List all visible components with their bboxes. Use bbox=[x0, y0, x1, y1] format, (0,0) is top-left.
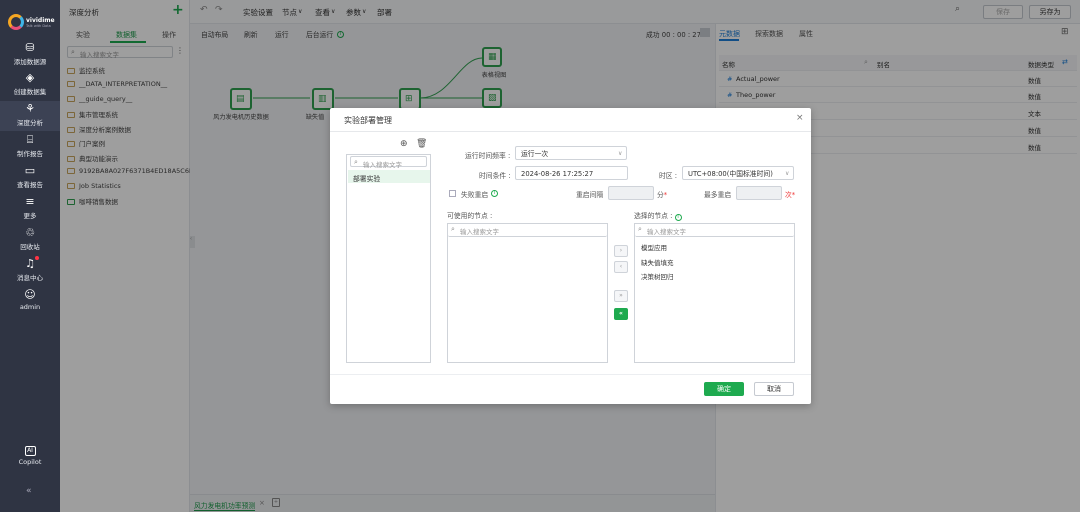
brand-name: vividime bbox=[26, 17, 55, 24]
retry-label: 失败重启 bbox=[461, 191, 489, 199]
divider bbox=[330, 374, 811, 375]
cancel-button[interactable]: 取消 bbox=[754, 382, 794, 396]
info-icon: i bbox=[491, 188, 498, 197]
nav-item-message-center[interactable]: ♫ 消息中心 bbox=[0, 256, 60, 286]
nav-item-make-report[interactable]: ⌸ 制作报告 bbox=[0, 132, 60, 162]
timezone-select[interactable]: UTC+08:00(中国标准时间) ∨ bbox=[682, 166, 794, 180]
time-label: 时间条件 : bbox=[479, 172, 511, 180]
view-report-icon: ▭ bbox=[24, 164, 36, 177]
brand-tagline: Talk with Data bbox=[26, 24, 51, 28]
max-retry-input[interactable] bbox=[736, 186, 782, 200]
freq-value: 运行一次 bbox=[521, 150, 549, 158]
nav-item-label: 查看报告 bbox=[17, 181, 43, 189]
nav-item-label: 更多 bbox=[23, 212, 37, 220]
time-input[interactable]: 2024-08-26 17:25:27 bbox=[515, 166, 628, 180]
database-icon: ⛁ bbox=[25, 41, 35, 54]
dialog-title: 实验部署管理 bbox=[344, 116, 392, 125]
dataset-icon: ◈ bbox=[25, 71, 35, 84]
add-circle-icon[interactable]: ⊕ bbox=[400, 139, 408, 149]
move-all-left-button[interactable]: « bbox=[614, 308, 628, 320]
freq-label: 运行时间频率 : bbox=[465, 152, 511, 160]
divider bbox=[330, 131, 811, 132]
search-icon: ⌕ bbox=[451, 225, 455, 233]
search-placeholder: 输入搜索文字 bbox=[647, 228, 686, 236]
user-icon: ☺ bbox=[24, 288, 36, 301]
brand-logo[interactable]: vividime Talk with Data bbox=[6, 8, 55, 38]
copilot-button[interactable]: AI Copilot bbox=[0, 444, 60, 472]
nav-item-label: admin bbox=[19, 303, 41, 311]
nav-item-admin[interactable]: ☺ admin bbox=[0, 287, 60, 317]
deploy-dialog: 实验部署管理 × ⊕ 🗑 ⌕ 输入搜索文字 部署实验 运行时间频率 : 运行一次… bbox=[330, 108, 811, 404]
max-retry-label: 最多重启 bbox=[704, 191, 732, 199]
nav-item-label: 回收站 bbox=[20, 243, 40, 251]
selected-search-input[interactable]: ⌕ 输入搜索文字 bbox=[635, 224, 794, 237]
move-right-button[interactable]: › bbox=[614, 245, 628, 257]
nav-item-label: 制作报告 bbox=[17, 150, 43, 158]
move-all-right-button[interactable]: » bbox=[614, 290, 628, 302]
timezone-label: 时区 : bbox=[659, 172, 678, 180]
interval-label: 重启间隔 bbox=[576, 191, 604, 199]
analysis-icon: ⚘ bbox=[25, 102, 35, 115]
close-icon[interactable]: × bbox=[796, 113, 804, 123]
freq-select[interactable]: 运行一次 ∨ bbox=[515, 146, 627, 160]
search-icon: ⌕ bbox=[354, 158, 358, 166]
deploy-list-item[interactable]: 部署实验 bbox=[348, 170, 430, 183]
logo-mark bbox=[8, 14, 24, 30]
selected-nodes-panel: ⌕ 输入搜索文字 模型应用 缺失值填充 决策树回归 bbox=[634, 223, 795, 363]
nav-item-create-dataset[interactable]: ◈ 创建数据集 bbox=[0, 70, 60, 100]
selected-node-item[interactable]: 决策树回归 bbox=[641, 271, 674, 281]
nav-item-label: 消息中心 bbox=[17, 274, 43, 282]
nav-item-label: 创建数据集 bbox=[13, 88, 47, 96]
chevron-down-icon: ∨ bbox=[785, 170, 790, 177]
trash-icon: ♲ bbox=[25, 226, 35, 239]
search-placeholder: 输入搜索文字 bbox=[460, 228, 499, 236]
nav-item-deep-analysis[interactable]: ⚘ 深度分析 bbox=[0, 101, 60, 131]
nav-item-label: 深度分析 bbox=[17, 119, 43, 127]
deploy-list-panel: ⌕ 输入搜索文字 部署实验 bbox=[346, 154, 431, 363]
copilot-label: Copilot bbox=[18, 458, 42, 466]
available-nodes-label: 可使用的节点 : bbox=[447, 212, 493, 220]
selected-node-item[interactable]: 模型应用 bbox=[641, 242, 667, 252]
selected-node-item[interactable]: 缺失值填充 bbox=[641, 257, 674, 267]
search-placeholder: 输入搜索文字 bbox=[363, 161, 402, 169]
search-icon: ⌕ bbox=[638, 225, 642, 233]
chevron-down-icon: ∨ bbox=[618, 150, 623, 157]
available-search-input[interactable]: ⌕ 输入搜索文字 bbox=[448, 224, 607, 237]
selected-nodes-label: 选择的节点 : i bbox=[634, 210, 682, 221]
available-nodes-panel: ⌕ 输入搜索文字 bbox=[447, 223, 608, 363]
copilot-icon: AI bbox=[24, 446, 36, 456]
interval-input[interactable] bbox=[608, 186, 654, 200]
bell-icon: ♫ bbox=[25, 257, 35, 270]
nav-item-view-report[interactable]: ▭ 查看报告 bbox=[0, 163, 60, 193]
max-retry-unit: 次* bbox=[785, 191, 796, 199]
move-left-button[interactable]: ‹ bbox=[614, 261, 628, 273]
nav-item-recycle-bin[interactable]: ♲ 回收站 bbox=[0, 225, 60, 255]
left-navigation: vividime Talk with Data ⛁ 添加数据源 ◈ 创建数据集 … bbox=[0, 0, 60, 512]
deploy-search-input[interactable]: ⌕ 输入搜索文字 bbox=[350, 156, 427, 169]
report-icon: ⌸ bbox=[26, 133, 34, 146]
nav-item-more[interactable]: ≡ 更多 bbox=[0, 194, 60, 224]
collapse-icon[interactable]: « bbox=[26, 486, 32, 496]
nav-item-add-datasource[interactable]: ⛁ 添加数据源 bbox=[0, 40, 60, 70]
timezone-value: UTC+08:00(中国标准时间) bbox=[688, 170, 773, 178]
nav-item-label: 添加数据源 bbox=[13, 58, 47, 66]
delete-icon[interactable]: 🗑 bbox=[416, 139, 427, 149]
notification-dot bbox=[35, 256, 39, 260]
confirm-button[interactable]: 确定 bbox=[704, 382, 744, 396]
retry-checkbox[interactable] bbox=[449, 190, 456, 197]
interval-unit: 分* bbox=[657, 191, 668, 199]
menu-icon: ≡ bbox=[25, 195, 35, 208]
